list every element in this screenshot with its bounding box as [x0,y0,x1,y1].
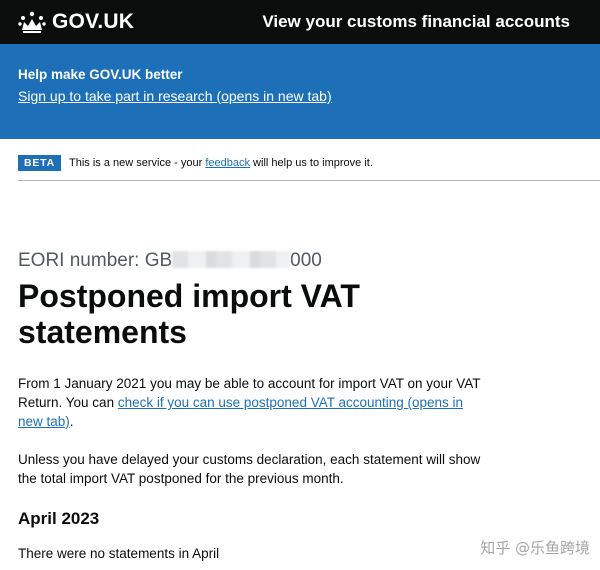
eori-redacted-digits [172,251,291,268]
eori-number: EORI number: GB 000 [18,248,578,274]
logo-text: GOV.UK [52,10,135,33]
intro-text-end: . [69,414,74,429]
month-heading: April 2023 [18,509,100,528]
phase-banner: BETA This is a new service - your feedba… [18,150,600,181]
eori-prefix: EORI number: GB [18,250,173,271]
watermark: 知乎 @乐鱼跨境 [480,539,590,557]
intro-paragraph: From 1 January 2021 you may be able to a… [18,374,488,431]
research-banner: Help make GOV.UK better Sign up to take … [0,44,600,139]
govuk-logo-link[interactable]: GOV.UK [18,10,134,34]
phase-text-before: This is a new service - your [69,157,206,169]
crown-icon [18,11,46,33]
research-signup-link[interactable]: Sign up to take part in research (opens … [18,88,332,104]
feedback-link[interactable]: feedback [205,157,250,169]
service-name-link[interactable]: View your customs financial accounts [262,12,570,32]
eori-suffix: 000 [290,250,322,271]
page-title: Postponed import VAT statements [18,278,360,350]
site-header: GOV.UK View your customs financial accou… [0,0,600,44]
statement-info-paragraph: Unless you have delayed your customs dec… [18,452,481,486]
banner-title: Help make GOV.UK better [18,67,183,82]
beta-tag: BETA [18,155,62,171]
phase-text: This is a new service - your feedback wi… [69,155,373,171]
main-content: EORI number: GB 000 Postponed import VAT … [18,248,578,563]
phase-text-after: will help us to improve it. [250,157,373,169]
